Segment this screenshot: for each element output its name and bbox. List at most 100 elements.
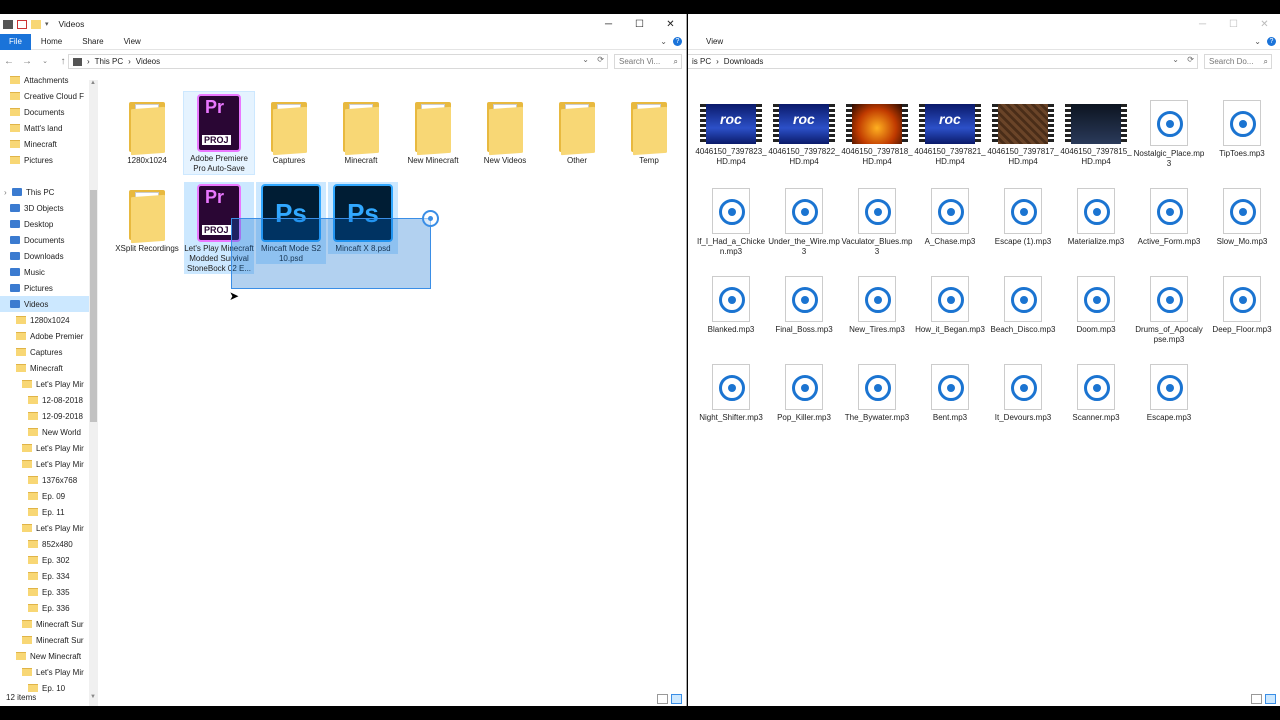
nav-item-new-world[interactable]: New World bbox=[0, 424, 98, 440]
close-button[interactable]: ✕ bbox=[1249, 14, 1280, 34]
nav-item-1280x1024[interactable]: 1280x1024 bbox=[0, 312, 98, 328]
details-view-button[interactable] bbox=[657, 694, 668, 704]
expand-chevron-icon[interactable]: › bbox=[4, 188, 12, 197]
nav-item-matt-s-land[interactable]: Matt's land bbox=[0, 120, 98, 136]
details-view-button[interactable] bbox=[1251, 694, 1262, 704]
nav-item-desktop[interactable]: Desktop bbox=[0, 216, 98, 232]
nav-item-pictures[interactable]: Pictures bbox=[0, 280, 98, 296]
file-item-xsplit-recordings[interactable]: XSplit Recordings bbox=[112, 186, 182, 254]
file-item-the-bywater-mp3[interactable]: The_Bywater.mp3 bbox=[841, 362, 913, 423]
tab-file[interactable]: File bbox=[0, 33, 31, 50]
file-item-captures[interactable]: Captures bbox=[254, 98, 324, 166]
scrollbar-thumb[interactable] bbox=[90, 190, 97, 422]
file-item-a-chase-mp3[interactable]: A_Chase.mp3 bbox=[914, 186, 986, 247]
back-arrow-icon[interactable]: ← bbox=[4, 56, 14, 67]
file-item-night-shifter-mp3[interactable]: Night_Shifter.mp3 bbox=[695, 362, 767, 423]
nav-item-852x480[interactable]: 852x480 bbox=[0, 536, 98, 552]
file-item-escape-mp3[interactable]: Escape.mp3 bbox=[1133, 362, 1205, 423]
breadcrumb-this-pc[interactable]: This PC bbox=[95, 57, 123, 66]
nav-item-let-s-play-mir[interactable]: Let's Play Mir bbox=[0, 440, 98, 456]
nav-item-let-s-play-mir[interactable]: Let's Play Mir bbox=[0, 664, 98, 680]
file-item-blanked-mp3[interactable]: Blanked.mp3 bbox=[695, 274, 767, 335]
file-item-if-i-had-a-chicken-mp3[interactable]: If_I_Had_a_Chicken.mp3 bbox=[695, 186, 767, 257]
file-item-materialize-mp3[interactable]: Materialize.mp3 bbox=[1060, 186, 1132, 247]
file-item-4046150-7397821-hd-mp4[interactable]: roc 4046150_7397821_HD.mp4 bbox=[914, 98, 986, 167]
file-item-pop-killer-mp3[interactable]: Pop_Killer.mp3 bbox=[768, 362, 840, 423]
nav-item-let-s-play-mir[interactable]: Let's Play Mir bbox=[0, 456, 98, 472]
file-item-nostalgic-place-mp3[interactable]: Nostalgic_Place.mp3 bbox=[1133, 98, 1205, 169]
nav-item-captures[interactable]: Captures bbox=[0, 344, 98, 360]
nav-item-documents[interactable]: Documents bbox=[0, 104, 98, 120]
nav-item-downloads[interactable]: Downloads bbox=[0, 248, 98, 264]
search-input[interactable]: Search Vi... ⌕ bbox=[614, 54, 682, 69]
quick-access-dropdown-icon[interactable]: ▾ bbox=[45, 20, 49, 28]
tab-share[interactable]: Share bbox=[72, 34, 113, 50]
file-item-doom-mp3[interactable]: Doom.mp3 bbox=[1060, 274, 1132, 335]
file-item-1280x1024[interactable]: 1280x1024 bbox=[112, 98, 182, 166]
nav-item-12-09-2018[interactable]: 12-09-2018 bbox=[0, 408, 98, 424]
file-item-new-videos[interactable]: New Videos bbox=[470, 98, 540, 166]
help-icon[interactable]: ? bbox=[1267, 37, 1276, 46]
breadcrumb-videos[interactable]: Videos bbox=[136, 57, 160, 66]
search-input[interactable]: Search Do... ⌕ bbox=[1204, 54, 1272, 69]
file-item-scanner-mp3[interactable]: Scanner.mp3 bbox=[1060, 362, 1132, 423]
file-item-it-devours-mp3[interactable]: It_Devours.mp3 bbox=[987, 362, 1059, 423]
nav-item-ep-11[interactable]: Ep. 11 bbox=[0, 504, 98, 520]
file-item-new-tires-mp3[interactable]: New_Tires.mp3 bbox=[841, 274, 913, 335]
nav-item-ep-09[interactable]: Ep. 09 bbox=[0, 488, 98, 504]
nav-item-pictures[interactable]: Pictures bbox=[0, 152, 98, 168]
file-item-final-boss-mp3[interactable]: Final_Boss.mp3 bbox=[768, 274, 840, 335]
nav-item-minecraft-sur[interactable]: Minecraft Sur bbox=[0, 632, 98, 648]
large-icons-view-button[interactable] bbox=[1265, 694, 1276, 704]
tab-home[interactable]: Home bbox=[31, 34, 72, 50]
file-item-how-it-began-mp3[interactable]: How_it_Began.mp3 bbox=[914, 274, 986, 335]
address-dropdown-icon[interactable]: ⌄ bbox=[582, 55, 589, 64]
nav-item-minecraft[interactable]: Minecraft bbox=[0, 360, 98, 376]
file-item-slow-mo-mp3[interactable]: Slow_Mo.mp3 bbox=[1206, 186, 1278, 247]
nav-item-ep-334[interactable]: Ep. 334 bbox=[0, 568, 98, 584]
maximize-button[interactable]: ☐ bbox=[624, 14, 655, 34]
file-item-4046150-7397822-hd-mp4[interactable]: roc 4046150_7397822_HD.mp4 bbox=[768, 98, 840, 167]
file-item-4046150-7397817-hd-mp4[interactable]: 4046150_7397817_HD.mp4 bbox=[987, 98, 1059, 167]
file-item-other[interactable]: Other bbox=[542, 98, 612, 166]
nav-item-documents[interactable]: Documents bbox=[0, 232, 98, 248]
file-item-under-the-wire-mp3[interactable]: Under_the_Wire.mp3 bbox=[768, 186, 840, 257]
nav-item-3d-objects[interactable]: 3D Objects bbox=[0, 200, 98, 216]
title-bar[interactable]: ─ ☐ ✕ bbox=[688, 14, 1280, 34]
nav-item-videos[interactable]: Videos bbox=[0, 296, 98, 312]
nav-item-ep-336[interactable]: Ep. 336 bbox=[0, 600, 98, 616]
address-bar[interactable]: is PC › Downloads ⌄ ⟳ bbox=[688, 54, 1198, 69]
nav-item-let-s-play-mir[interactable]: Let's Play Mir bbox=[0, 520, 98, 536]
nav-item-ep-302[interactable]: Ep. 302 bbox=[0, 552, 98, 568]
file-item-4046150-7397815-hd-mp4[interactable]: 4046150_7397815_HD.mp4 bbox=[1060, 98, 1132, 167]
nav-item-12-08-2018[interactable]: 12-08-2018 bbox=[0, 392, 98, 408]
nav-scrollbar[interactable]: ▲ ▼ bbox=[89, 80, 98, 706]
minimize-button[interactable]: ─ bbox=[1187, 14, 1218, 34]
file-item-4046150-7397818-hd-mp4[interactable]: 4046150_7397818_HD.mp4 bbox=[841, 98, 913, 167]
close-button[interactable]: ✕ bbox=[655, 14, 686, 34]
recent-locations-icon[interactable]: ⌄ bbox=[40, 57, 50, 65]
title-bar[interactable]: ▾ Videos ─ ☐ ✕ bbox=[0, 14, 686, 34]
file-item-deep-floor-mp3[interactable]: Deep_Floor.mp3 bbox=[1206, 274, 1278, 335]
nav-item-ep-335[interactable]: Ep. 335 bbox=[0, 584, 98, 600]
nav-item-minecraft-sur[interactable]: Minecraft Sur bbox=[0, 616, 98, 632]
tab-view[interactable]: View bbox=[688, 34, 733, 50]
up-arrow-icon[interactable]: ↑ bbox=[58, 56, 68, 67]
file-item-adobe-premiere-pro-auto-save[interactable]: Pr PROJ Adobe Premiere Pro Auto-Save bbox=[183, 91, 255, 175]
file-item-vaculator-blues-mp3[interactable]: Vaculator_Blues.mp3 bbox=[841, 186, 913, 257]
scroll-up-icon[interactable]: ▲ bbox=[90, 80, 96, 86]
nav-item-attachments[interactable]: Attachments bbox=[0, 72, 98, 88]
file-item-4046150-7397823-hd-mp4[interactable]: roc 4046150_7397823_HD.mp4 bbox=[695, 98, 767, 167]
minimize-button[interactable]: ─ bbox=[593, 14, 624, 34]
breadcrumb-downloads[interactable]: Downloads bbox=[724, 57, 764, 66]
file-item-bent-mp3[interactable]: Bent.mp3 bbox=[914, 362, 986, 423]
file-item-beach-disco-mp3[interactable]: Beach_Disco.mp3 bbox=[987, 274, 1059, 335]
file-item-minecraft[interactable]: Minecraft bbox=[326, 98, 396, 166]
nav-item-minecraft[interactable]: Minecraft bbox=[0, 136, 98, 152]
refresh-icon[interactable]: ⟳ bbox=[597, 55, 604, 64]
expand-ribbon-icon[interactable]: ⌄ bbox=[1254, 37, 1261, 46]
new-folder-icon[interactable] bbox=[31, 19, 41, 29]
tab-view[interactable]: View bbox=[114, 34, 151, 50]
nav-item-music[interactable]: Music bbox=[0, 264, 98, 280]
large-icons-view-button[interactable] bbox=[671, 694, 682, 704]
